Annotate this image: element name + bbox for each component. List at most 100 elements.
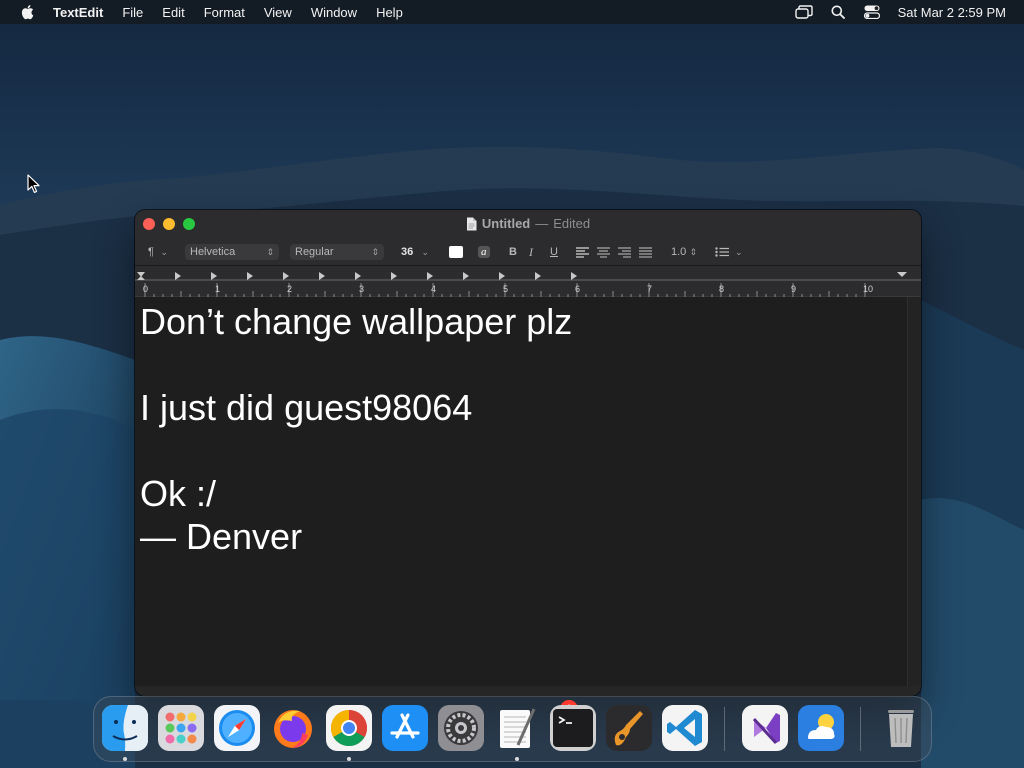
spotlight-search-icon[interactable] xyxy=(828,3,848,21)
up-down-chevron-icon: ⇕ xyxy=(266,246,274,257)
menu-window[interactable]: Window xyxy=(311,5,357,20)
ruler-number: 3 xyxy=(359,284,365,294)
stage-manager-icon[interactable] xyxy=(794,3,814,21)
dock-app-store-icon[interactable] xyxy=(382,705,428,751)
menu-edit[interactable]: Edit xyxy=(162,5,184,20)
tab-stop-marker[interactable] xyxy=(175,272,181,280)
menu-format[interactable]: Format xyxy=(204,5,245,20)
title-bar[interactable]: Untitled — Edited xyxy=(135,210,921,238)
align-justify-icon xyxy=(639,246,652,258)
tab-stop-marker[interactable] xyxy=(535,272,541,280)
align-left-button[interactable] xyxy=(576,244,589,260)
ruler-number: 1 xyxy=(215,284,221,294)
tab-stop-marker[interactable] xyxy=(283,272,289,280)
format-toolbar: ¶ ⌄ Helvetica ⇕ Regular ⇕ 36 ⌄ a B I U 1… xyxy=(135,238,921,266)
tab-stop-marker[interactable] xyxy=(211,272,217,280)
dock-trash-icon[interactable] xyxy=(878,705,924,751)
title-separator: — xyxy=(535,216,549,231)
left-indent-marker[interactable] xyxy=(137,276,145,280)
highlight-label: a xyxy=(478,246,490,258)
document-line: Don’t change wallpaper plz xyxy=(140,301,573,342)
document-name: Untitled xyxy=(481,216,531,231)
document-text-area[interactable]: Don’t change wallpaper plz I just did gu… xyxy=(135,297,907,686)
document-body[interactable]: Don’t change wallpaper plz I just did gu… xyxy=(140,300,900,558)
font-style-popup[interactable]: Regular ⇕ xyxy=(290,244,384,260)
menu-view[interactable]: View xyxy=(264,5,292,20)
list-bullets-popup[interactable]: ⌄ xyxy=(715,244,743,260)
dock-weather-icon[interactable] xyxy=(798,705,844,751)
ruler-number: 5 xyxy=(503,284,509,294)
tab-stop-marker[interactable] xyxy=(391,272,397,280)
control-center-icon[interactable] xyxy=(862,3,882,21)
ruler-number: 9 xyxy=(791,284,797,294)
ruler-graphic xyxy=(135,272,921,297)
text-color-well[interactable] xyxy=(449,246,463,258)
underline-button[interactable]: U xyxy=(550,244,558,260)
paragraph-icon: ¶ xyxy=(148,246,154,258)
apple-icon[interactable] xyxy=(19,4,35,20)
up-down-chevron-icon: ⇕ xyxy=(689,246,697,257)
vertical-scrollbar[interactable] xyxy=(907,297,921,686)
document-icon xyxy=(466,217,477,230)
line-spacing-value: 1.0 xyxy=(671,246,687,258)
running-indicator xyxy=(515,757,519,761)
tab-stop-marker[interactable] xyxy=(571,272,577,280)
right-margin-marker[interactable] xyxy=(897,272,907,277)
document-line: Ok :/ xyxy=(140,473,217,514)
dock: 1 xyxy=(93,696,932,762)
menu-clock[interactable]: Sat Mar 2 2:59 PM xyxy=(898,5,1006,20)
mouse-pointer-icon xyxy=(27,174,40,193)
dock-terminal-icon[interactable] xyxy=(550,705,596,751)
dock-separator xyxy=(860,707,861,751)
dock-textedit-icon[interactable] xyxy=(494,705,540,751)
dock-firefox-icon[interactable] xyxy=(270,705,316,751)
dock-garageband-icon[interactable] xyxy=(606,705,652,751)
ruler[interactable]: 0 1 2 3 4 5 6 7 8 9 10 xyxy=(135,266,921,297)
paragraph-styles-popup[interactable]: ¶ ⌄ xyxy=(143,244,173,260)
textedit-window: Untitled — Edited ¶ ⌄ Helvetica ⇕ Regular ⇕… xyxy=(135,210,921,696)
align-left-icon xyxy=(576,246,589,258)
edited-status: Edited xyxy=(553,216,591,231)
font-size-value: 36 xyxy=(401,246,414,258)
italic-button[interactable]: I xyxy=(529,244,533,260)
tab-stop-marker[interactable] xyxy=(247,272,253,280)
tab-stop-marker[interactable] xyxy=(463,272,469,280)
dock-vscode-icon[interactable] xyxy=(662,705,708,751)
dock-system-settings-icon[interactable] xyxy=(438,705,484,751)
font-family-popup[interactable]: Helvetica ⇕ xyxy=(185,244,279,260)
ruler-number: 2 xyxy=(287,284,293,294)
document-line: — Denver xyxy=(140,516,303,557)
ruler-number: 8 xyxy=(719,284,725,294)
window-bottom-edge xyxy=(135,686,921,696)
tab-stop-marker[interactable] xyxy=(427,272,433,280)
highlight-color-button[interactable]: a xyxy=(478,244,490,260)
dock-visual-studio-icon[interactable] xyxy=(742,705,788,751)
menu-file[interactable]: File xyxy=(122,5,143,20)
chevron-down-icon: ⌄ xyxy=(421,246,429,257)
align-center-button[interactable] xyxy=(597,244,610,260)
font-size-combo[interactable]: 36 ⌄ xyxy=(396,244,434,260)
justify-button[interactable] xyxy=(639,244,652,260)
tab-stop-marker[interactable] xyxy=(355,272,361,280)
line-spacing-popup[interactable]: 1.0 ⇕ xyxy=(666,244,702,260)
ruler-number: 0 xyxy=(143,284,149,294)
ruler-number: 7 xyxy=(647,284,653,294)
tab-stop-marker[interactable] xyxy=(499,272,505,280)
chevron-down-icon: ⌄ xyxy=(160,246,168,257)
bold-button[interactable]: B xyxy=(509,244,517,260)
align-right-icon xyxy=(618,246,631,258)
font-style-value: Regular xyxy=(295,246,334,258)
font-family-value: Helvetica xyxy=(190,246,236,258)
dock-launchpad-icon[interactable] xyxy=(158,705,204,751)
running-indicator xyxy=(123,757,127,761)
dock-chrome-icon[interactable] xyxy=(326,705,372,751)
tab-stop-marker[interactable] xyxy=(319,272,325,280)
window-title: Untitled — Edited xyxy=(135,216,921,231)
menu-app-name[interactable]: TextEdit xyxy=(53,5,103,20)
dock-finder-icon[interactable] xyxy=(102,705,148,751)
menu-help[interactable]: Help xyxy=(376,5,403,20)
align-right-button[interactable] xyxy=(618,244,631,260)
running-indicator xyxy=(347,757,351,761)
dock-safari-icon[interactable] xyxy=(214,705,260,751)
